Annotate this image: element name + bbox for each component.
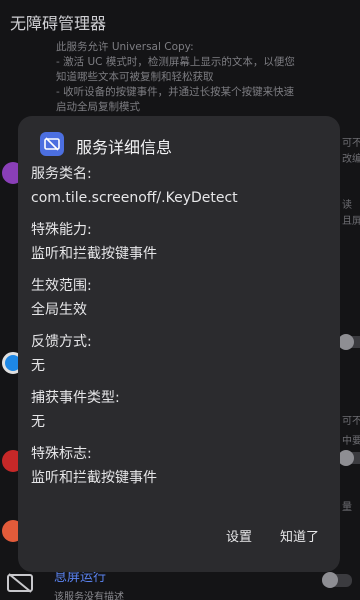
field-scope: 生效范围: 全局生效 [31, 276, 331, 320]
screen-off-icon [40, 132, 64, 156]
field-value: 无 [31, 358, 45, 374]
field-label: 反馈方式: [31, 334, 92, 350]
edge-text: 改编 [342, 154, 360, 165]
edge-text: 中要 [342, 436, 360, 447]
edge-text: 可不 [342, 138, 360, 149]
edge-text: 可不 [342, 416, 360, 427]
field-label: 生效范围: [31, 278, 92, 294]
edge-text: 且屏 [342, 216, 360, 227]
description-line: 启动全局复制模式 [56, 101, 140, 113]
field-label: 捕获事件类型: [31, 390, 120, 406]
description-line: 此服务允许 Universal Copy: [56, 41, 194, 53]
service-subtitle: 该服务没有描述 [54, 592, 124, 600]
screen-off-icon [7, 573, 33, 593]
edge-text: 量 [342, 502, 352, 513]
description-line: - 激活 UC 模式时，检测屏幕上显示的文本，以便您 [56, 56, 295, 68]
service-toggle[interactable] [338, 334, 360, 350]
service-description: 此服务允许 Universal Copy: - 激活 UC 模式时，检测屏幕上显… [56, 40, 356, 115]
field-capabilities: 特殊能力: 监听和拦截按键事件 [31, 220, 331, 264]
settings-button[interactable]: 设置 [222, 520, 256, 551]
dialog-actions: 设置 知道了 [18, 520, 340, 550]
field-value: 全局生效 [31, 302, 87, 318]
ok-button[interactable]: 知道了 [276, 520, 323, 551]
field-value: 监听和拦截按键事件 [31, 246, 157, 262]
field-value: 监听和拦截按键事件 [31, 470, 157, 486]
edge-text: 读 [342, 200, 352, 211]
field-label: 特殊能力: [31, 222, 92, 238]
service-toggle[interactable] [322, 572, 352, 588]
field-service-class: 服务类名: com.tile.screenoff/.KeyDetect [31, 164, 331, 208]
description-line: 知道哪些文本可被复制和轻松获取 [56, 71, 214, 83]
field-value: 无 [31, 414, 45, 430]
field-label: 特殊标志: [31, 446, 92, 462]
service-toggle[interactable] [338, 450, 360, 466]
field-event-types: 捕获事件类型: 无 [31, 388, 331, 432]
service-details-dialog: 服务详细信息 服务类名: com.tile.screenoff/.KeyDete… [18, 116, 340, 572]
field-flags: 特殊标志: 监听和拦截按键事件 [31, 444, 331, 488]
field-value: com.tile.screenoff/.KeyDetect [31, 190, 238, 206]
description-line: - 收听设备的按键事件，并通过长按某个按键来快速 [56, 86, 295, 98]
field-label: 服务类名: [31, 166, 92, 182]
app-title: 无障碍管理器 [10, 14, 107, 33]
dialog-title: 服务详细信息 [76, 138, 173, 157]
field-feedback: 反馈方式: 无 [31, 332, 331, 376]
